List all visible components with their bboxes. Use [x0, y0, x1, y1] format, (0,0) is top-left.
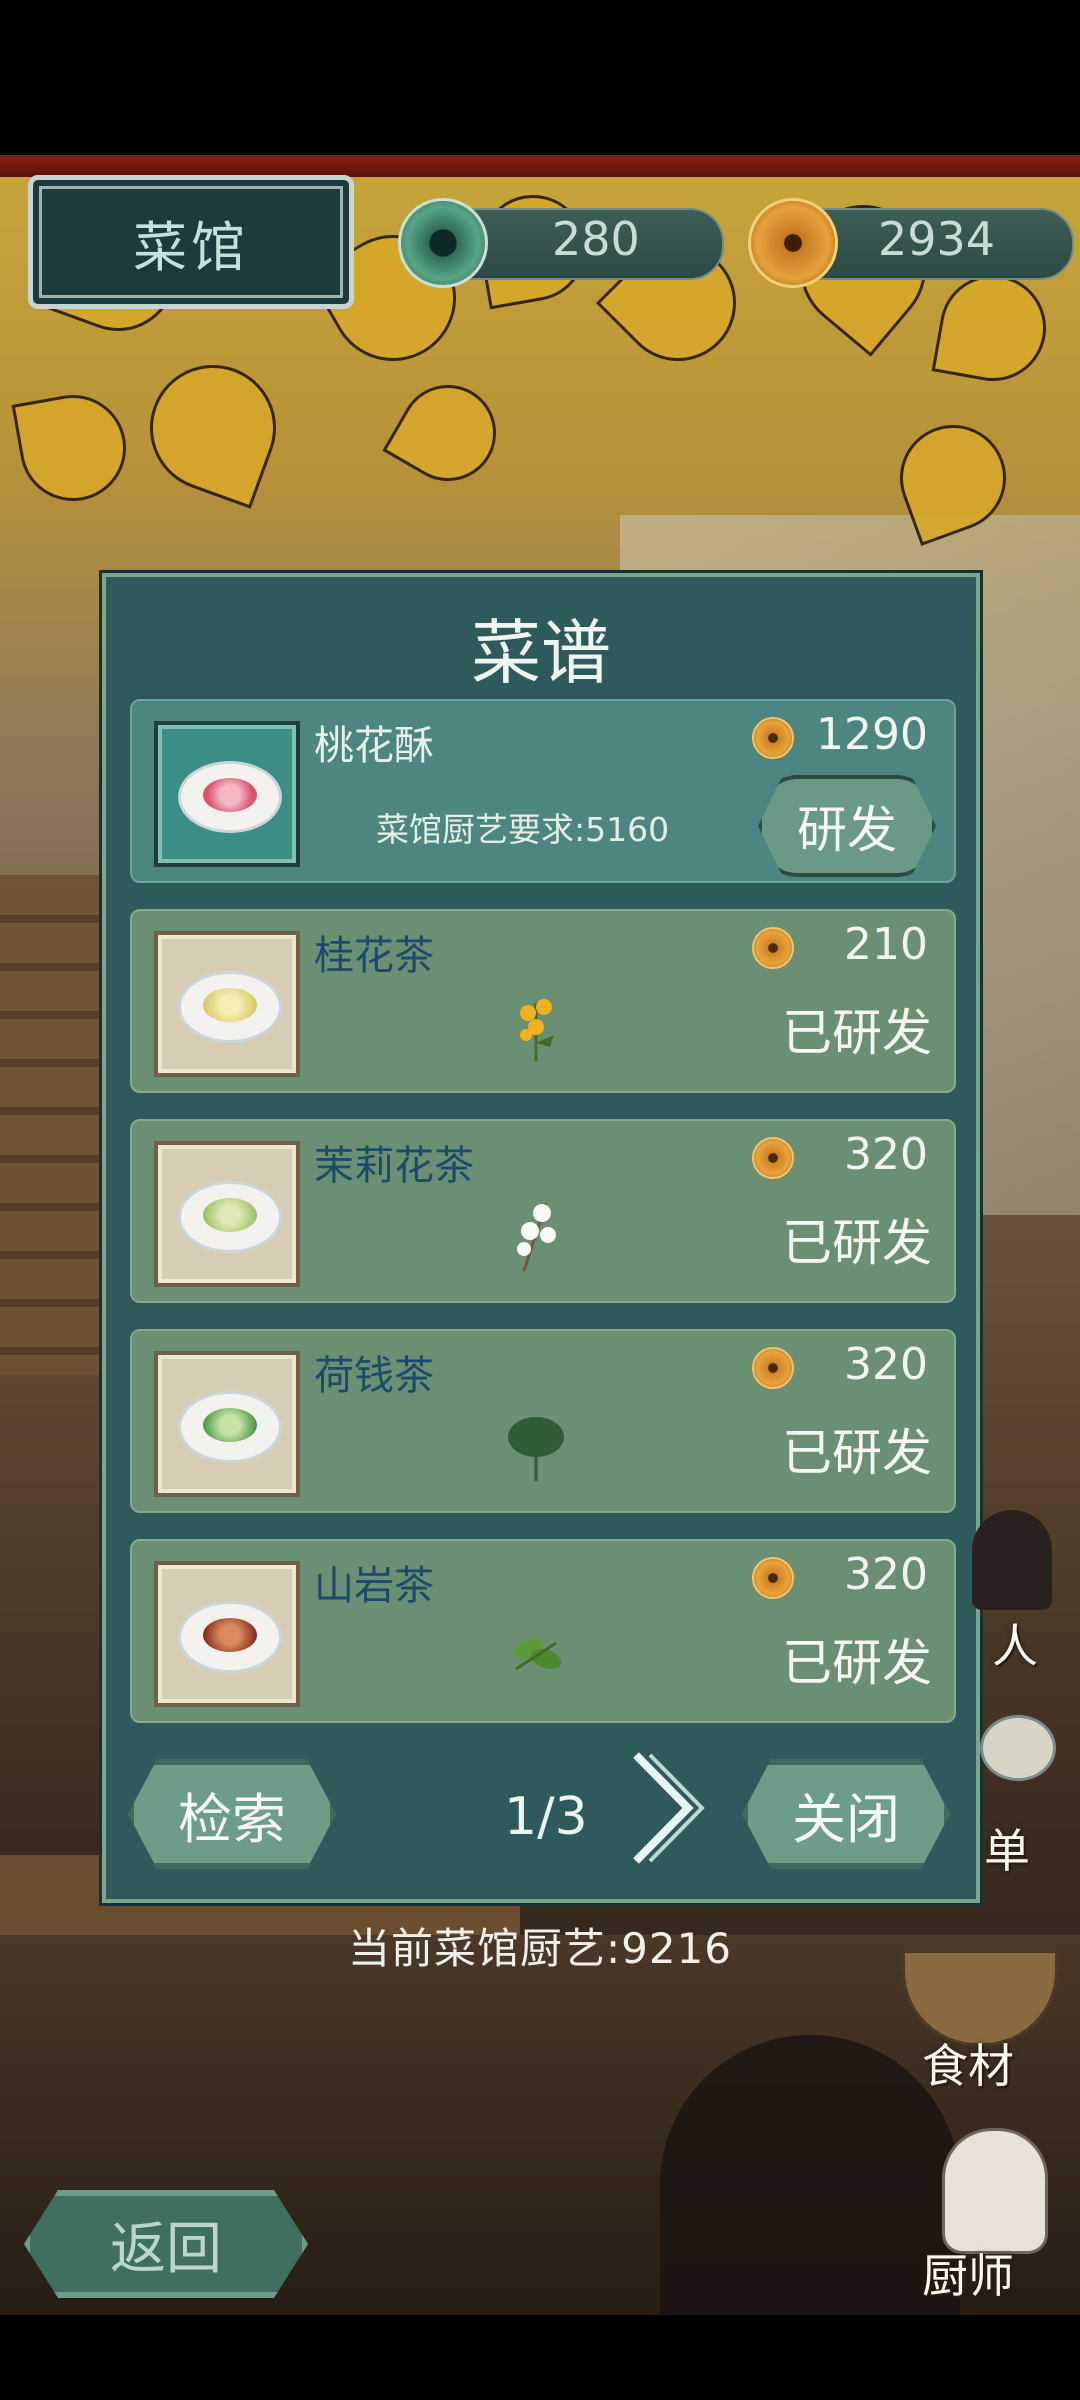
rock-tea-cup-icon [178, 1601, 282, 1673]
recipe-name: 桃花酥 [314, 723, 434, 769]
recipe-name: 桂花茶 [314, 933, 434, 979]
side-menu-order[interactable]: 单 [892, 1705, 1062, 1878]
recipe-row[interactable]: 茉莉花茶 320 已研发 [130, 1119, 956, 1303]
location-title: 菜馆 [133, 215, 249, 279]
side-menu-chef-label: 厨师 [922, 2249, 1014, 2303]
next-page-arrow-icon[interactable] [626, 1749, 706, 1867]
character-portrait-icon [972, 1510, 1052, 1610]
coin-icon [752, 717, 794, 759]
coin-value: 2934 [878, 212, 996, 266]
ginkgo-leaf [382, 367, 514, 499]
osmanthus-flower-icon [520, 999, 554, 1061]
panel-title: 菜谱 [471, 612, 611, 694]
recipe-price: 210 [844, 919, 928, 970]
ginkgo-leaf [11, 386, 135, 510]
recipe-price: 1290 [816, 709, 928, 760]
side-menu-order-label: 单 [984, 1824, 1030, 1878]
recipe-row[interactable]: 荷钱茶 320 已研发 [130, 1329, 956, 1513]
recipe-thumbnail [154, 1141, 300, 1287]
jade-coin-icon [398, 198, 488, 288]
recipe-name: 山岩茶 [314, 1563, 434, 1609]
jasmine-flower-icon [517, 1202, 556, 1272]
peach-pastry-icon [178, 761, 282, 833]
lotus-tea-cup-icon [178, 1391, 282, 1463]
side-menu-character[interactable]: 人 [892, 1510, 1062, 1673]
recipe-panel: 菜谱 桃花酥 1290 菜馆厨艺要求:5160 研发 桂花茶 210 已研发 茉… [102, 573, 980, 1903]
recipe-name: 茉莉花茶 [314, 1143, 474, 1189]
recipe-row[interactable]: 桂花茶 210 已研发 [130, 909, 956, 1093]
recipe-thumbnail [154, 1561, 300, 1707]
coin-icon [752, 927, 794, 969]
page-indicator: 1/3 [504, 1787, 588, 1847]
jasmine-tea-cup-icon [178, 1181, 282, 1253]
dish-icon [980, 1715, 1056, 1781]
chef-portrait-icon [942, 2128, 1048, 2254]
tea-leaf-icon [513, 1638, 562, 1671]
recipe-thumbnail [154, 721, 300, 867]
back-button[interactable]: 返回 [24, 2190, 308, 2298]
developed-status: 已研发 [782, 1004, 932, 1062]
side-menu-character-label: 人 [992, 1619, 1038, 1673]
side-menu-chef[interactable]: 厨师 [892, 2120, 1062, 2303]
jade-value: 280 [552, 212, 640, 266]
copper-coin-icon [748, 198, 838, 288]
side-menu-ingredients[interactable]: 食材 [892, 1930, 1062, 2093]
lotus-leaf-icon [508, 1417, 564, 1481]
recipe-price: 320 [844, 1129, 928, 1180]
recipe-price: 320 [844, 1339, 928, 1390]
recipe-row[interactable]: 山岩茶 320 已研发 [130, 1539, 956, 1723]
recipe-thumbnail [154, 931, 300, 1077]
recipe-thumbnail [154, 1351, 300, 1497]
develop-button[interactable]: 研发 [758, 775, 936, 877]
ginkgo-leaf [132, 347, 294, 509]
coin-icon [752, 1557, 794, 1599]
recipe-row[interactable]: 桃花酥 1290 菜馆厨艺要求:5160 研发 [130, 699, 956, 883]
ginkgo-leaf [931, 266, 1055, 390]
search-button[interactable]: 检索 [128, 1759, 336, 1869]
coin-icon [752, 1347, 794, 1389]
skill-requirement: 菜馆厨艺要求:5160 [376, 810, 670, 849]
osmanthus-tea-cup-icon [178, 971, 282, 1043]
side-menu-ingredients-label: 食材 [922, 2039, 1014, 2093]
top-red-strip [0, 155, 1080, 177]
recipe-name: 荷钱茶 [314, 1353, 434, 1399]
location-title-plate: 菜馆 [28, 175, 354, 309]
coin-icon [752, 1137, 794, 1179]
developed-status: 已研发 [782, 1214, 932, 1272]
developed-status: 已研发 [782, 1424, 932, 1482]
